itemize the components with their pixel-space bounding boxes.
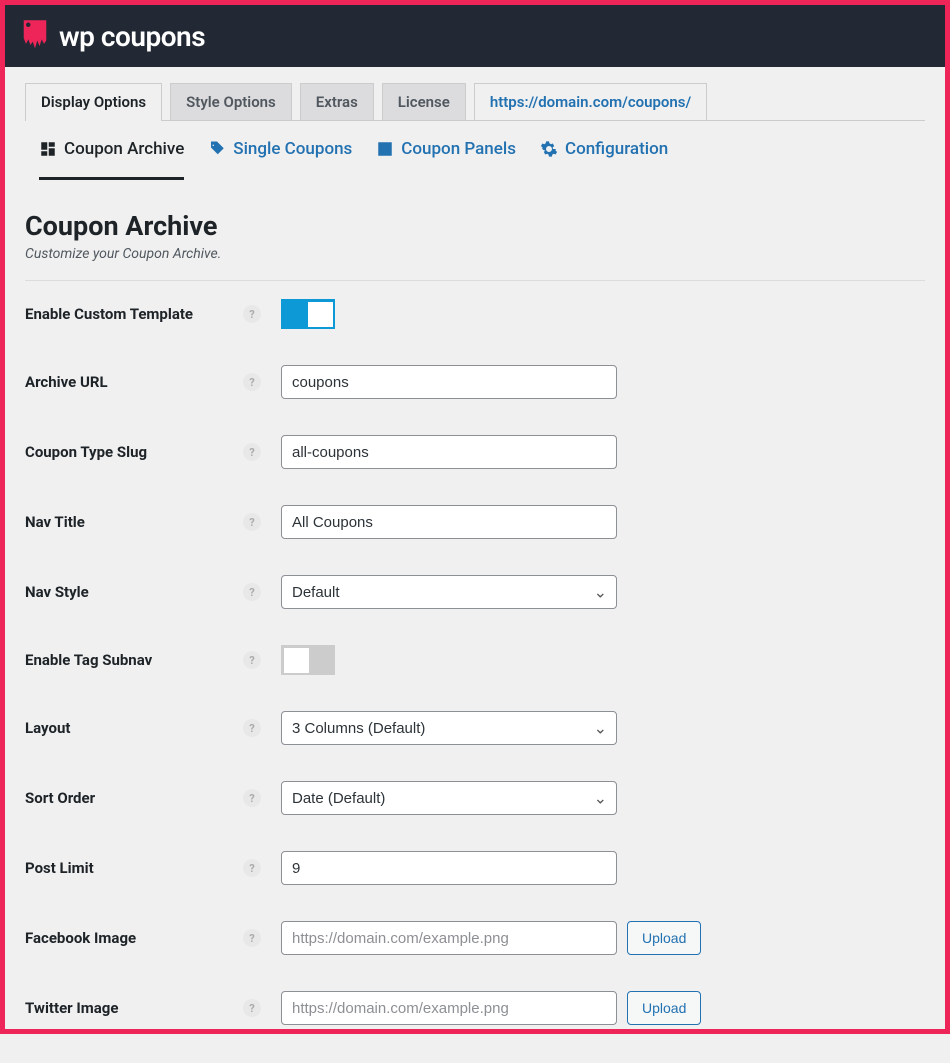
help-icon[interactable]: ? <box>243 719 261 737</box>
toggle-enable-custom-template[interactable] <box>281 299 335 329</box>
toggle-knob <box>308 302 333 327</box>
label-nav-style: Nav Style <box>25 583 243 601</box>
select-sort-order[interactable]: Date (Default) <box>281 781 617 815</box>
select-nav-style[interactable]: Default <box>281 575 617 609</box>
content-area: Display Options Style Options Extras Lic… <box>5 67 945 1063</box>
row-coupon-type-slug: Coupon Type Slug ? <box>25 417 925 487</box>
toggle-knob <box>284 648 309 673</box>
section-description: Customize your Coupon Archive. <box>25 246 925 281</box>
input-post-limit[interactable] <box>281 851 617 885</box>
upload-twitter-image-button[interactable]: Upload <box>627 991 701 1025</box>
row-nav-style: Nav Style ? Default ⌄ <box>25 557 925 627</box>
subtab-single-coupons[interactable]: Single Coupons <box>208 139 352 180</box>
tab-archive-link[interactable]: https://domain.com/coupons/ <box>474 83 707 120</box>
tab-extras[interactable]: Extras <box>300 83 374 120</box>
app-header: wp coupons <box>5 5 945 67</box>
row-twitter-image: Twitter Image ? Upload <box>25 973 925 1043</box>
label-enable-custom-template: Enable Custom Template <box>25 305 243 323</box>
tag-icon <box>208 140 226 158</box>
label-archive-url: Archive URL <box>25 373 243 391</box>
row-post-limit: Post Limit ? <box>25 833 925 903</box>
help-icon[interactable]: ? <box>243 999 261 1017</box>
sub-tabs: Coupon Archive Single Coupons Coupon Pan… <box>25 121 925 180</box>
help-icon[interactable]: ? <box>243 513 261 531</box>
help-icon[interactable]: ? <box>243 443 261 461</box>
subtab-label: Coupon Archive <box>64 139 184 159</box>
help-icon[interactable]: ? <box>243 929 261 947</box>
dashboard-icon <box>39 140 57 158</box>
tab-license[interactable]: License <box>382 83 466 120</box>
select-layout[interactable]: 3 Columns (Default) <box>281 711 617 745</box>
help-icon[interactable]: ? <box>243 373 261 391</box>
help-icon[interactable]: ? <box>243 305 261 323</box>
row-facebook-image: Facebook Image ? Upload <box>25 903 925 973</box>
label-coupon-type-slug: Coupon Type Slug <box>25 443 243 461</box>
label-twitter-image: Twitter Image <box>25 999 243 1017</box>
subtab-coupon-archive[interactable]: Coupon Archive <box>39 139 184 180</box>
tab-display-options[interactable]: Display Options <box>25 83 162 120</box>
app-title: wp coupons <box>59 20 205 53</box>
input-facebook-image[interactable] <box>281 921 617 955</box>
subtab-coupon-panels[interactable]: Coupon Panels <box>376 139 516 180</box>
row-nav-title: Nav Title ? <box>25 487 925 557</box>
row-enable-custom-template: Enable Custom Template ? <box>25 281 925 347</box>
help-icon[interactable]: ? <box>243 859 261 877</box>
subtab-label: Coupon Panels <box>401 139 516 159</box>
row-layout: Layout ? 3 Columns (Default) ⌄ <box>25 693 925 763</box>
input-twitter-image[interactable] <box>281 991 617 1025</box>
tab-style-options[interactable]: Style Options <box>170 83 292 120</box>
row-enable-tag-subnav: Enable Tag Subnav ? <box>25 627 925 693</box>
input-coupon-type-slug[interactable] <box>281 435 617 469</box>
panel-icon <box>376 140 394 158</box>
label-sort-order: Sort Order <box>25 789 243 807</box>
label-nav-title: Nav Title <box>25 513 243 531</box>
subtab-label: Configuration <box>565 139 668 159</box>
help-icon[interactable]: ? <box>243 789 261 807</box>
input-archive-url[interactable] <box>281 365 617 399</box>
row-archive-url: Archive URL ? <box>25 347 925 417</box>
label-layout: Layout <box>25 719 243 737</box>
toggle-enable-tag-subnav[interactable] <box>281 645 335 675</box>
label-facebook-image: Facebook Image <box>25 929 243 947</box>
subtab-configuration[interactable]: Configuration <box>540 139 668 180</box>
label-enable-tag-subnav: Enable Tag Subnav <box>25 651 243 669</box>
help-icon[interactable]: ? <box>243 583 261 601</box>
help-icon[interactable]: ? <box>243 651 261 669</box>
label-post-limit: Post Limit <box>25 859 243 877</box>
input-nav-title[interactable] <box>281 505 617 539</box>
upload-facebook-image-button[interactable]: Upload <box>627 921 701 955</box>
main-tabs: Display Options Style Options Extras Lic… <box>25 83 925 121</box>
row-sort-order: Sort Order ? Date (Default) ⌄ <box>25 763 925 833</box>
section-title: Coupon Archive <box>25 210 925 242</box>
logo-icon <box>21 18 49 54</box>
gear-icon <box>540 140 558 158</box>
subtab-label: Single Coupons <box>233 139 352 159</box>
